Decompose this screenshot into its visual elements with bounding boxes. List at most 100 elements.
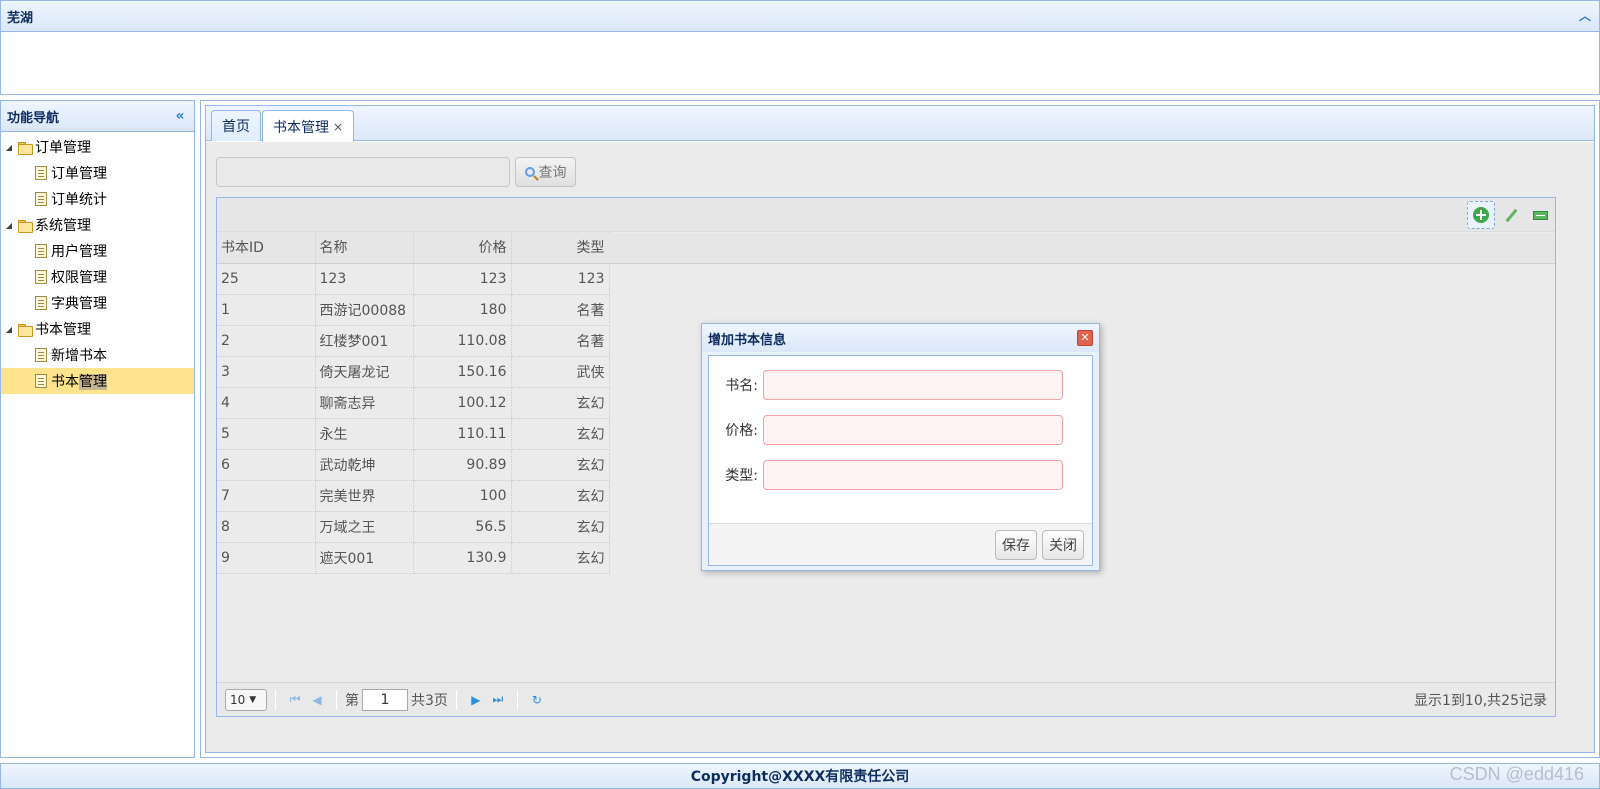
- dialog-footer: 保存 关闭: [709, 523, 1092, 565]
- edit-icon: [1505, 208, 1517, 222]
- next-page-icon[interactable]: ▶: [465, 689, 487, 711]
- cell-price: 90.89: [413, 449, 512, 481]
- table-row[interactable]: 4 聊斋志异 100.12 玄幻: [217, 387, 610, 419]
- dialog-body: 书名: 价格: 类型: 保存 关闭: [708, 355, 1093, 566]
- table-row[interactable]: 25 123 123 123: [217, 263, 610, 295]
- first-page-icon[interactable]: ⏮: [284, 689, 306, 711]
- remove-button[interactable]: [1526, 201, 1554, 229]
- column-header-price[interactable]: 价格: [413, 232, 512, 264]
- top-panel: 芜湖 ︿: [0, 0, 1600, 95]
- tree-folder-system[interactable]: ◢ 系统管理: [1, 212, 194, 238]
- collapse-up-icon[interactable]: ︿: [1577, 8, 1593, 24]
- tab-close-icon[interactable]: ×: [333, 120, 343, 134]
- tree-item-book-manage[interactable]: 书本管理: [1, 368, 194, 394]
- cell-type: 玄幻: [511, 387, 610, 419]
- cell-price: 110.08: [413, 325, 512, 357]
- file-icon: [35, 244, 47, 258]
- expand-arrow-icon[interactable]: ◢: [1, 143, 17, 152]
- cell-id: 7: [217, 480, 316, 512]
- table-row[interactable]: 9 遮天001 130.9 玄幻: [217, 542, 610, 574]
- cell-type: 玄幻: [511, 418, 610, 450]
- cell-name: 123: [315, 263, 414, 295]
- tree-folder-books[interactable]: ◢ 书本管理: [1, 316, 194, 342]
- page-number-input[interactable]: 1: [362, 688, 408, 711]
- tree-item-add-book[interactable]: 新增书本: [1, 342, 194, 368]
- top-panel-title: 芜湖: [7, 10, 34, 26]
- cell-name: 聊斋志异: [315, 387, 414, 419]
- tab-book-manage[interactable]: 书本管理 ×: [262, 110, 355, 142]
- table-row[interactable]: 7 完美世界 100 玄幻: [217, 480, 610, 512]
- expand-arrow-icon[interactable]: ◢: [1, 221, 17, 230]
- cell-id: 4: [217, 387, 316, 419]
- tab-home[interactable]: 首页: [211, 110, 261, 141]
- book-name-field[interactable]: [763, 370, 1063, 400]
- type-field[interactable]: [763, 460, 1063, 490]
- add-icon: [1473, 207, 1489, 223]
- cell-type: 玄幻: [511, 480, 610, 512]
- cell-name: 遮天001: [315, 542, 414, 574]
- table-row[interactable]: 5 永生 110.11 玄幻: [217, 418, 610, 450]
- prev-page-icon[interactable]: ◀: [306, 689, 328, 711]
- tree-label: 书本管理: [51, 374, 107, 390]
- nav-panel: 功能导航 « ◢ 订单管理 订单管理 订单统计 ◢ 系统管理 用户管理 权限管理…: [0, 100, 195, 758]
- tree-item-user-manage[interactable]: 用户管理: [1, 238, 194, 264]
- tree-item-permission-manage[interactable]: 权限管理: [1, 264, 194, 290]
- tree-label: 订单管理: [35, 140, 91, 156]
- tree-label: 新增书本: [51, 348, 107, 364]
- file-icon: [35, 374, 47, 388]
- file-icon: [35, 348, 47, 362]
- expand-arrow-icon[interactable]: ◢: [1, 325, 17, 334]
- field-label: 类型:: [725, 468, 758, 484]
- column-header-name[interactable]: 名称: [315, 232, 414, 264]
- tree-item-order-stats[interactable]: 订单统计: [1, 186, 194, 212]
- cell-id: 3: [217, 356, 316, 388]
- watermark: CSDN @edd416: [1449, 764, 1584, 784]
- tabs-bar: 首页 书本管理 ×: [206, 106, 1594, 142]
- page-info: 显示1到10,共25记录: [1414, 692, 1547, 709]
- table-row[interactable]: 8 万域之王 56.5 玄幻: [217, 511, 610, 543]
- page-total: 共3页: [411, 692, 448, 709]
- table-row[interactable]: 3 倚天屠龙记 150.16 武侠: [217, 356, 610, 388]
- cell-name: 西游记00088: [315, 294, 414, 326]
- column-header-type[interactable]: 类型: [511, 232, 610, 264]
- tree-item-dictionary-manage[interactable]: 字典管理: [1, 290, 194, 316]
- tree-label: 系统管理: [35, 218, 91, 234]
- tree-item-order-manage[interactable]: 订单管理: [1, 160, 194, 186]
- tab-label: 书本管理: [273, 119, 329, 136]
- cell-id: 2: [217, 325, 316, 357]
- table-row[interactable]: 2 红楼梦001 110.08 名著: [217, 325, 610, 357]
- tree-label: 订单统计: [51, 192, 107, 208]
- cell-id: 25: [217, 263, 316, 295]
- page-size-select[interactable]: 10 ▼: [225, 688, 267, 711]
- collapse-left-icon[interactable]: «: [172, 108, 188, 124]
- cell-id: 6: [217, 449, 316, 481]
- nav-panel-title: 功能导航: [7, 110, 60, 126]
- table-header-row: 书本ID 名称 价格 类型: [217, 232, 610, 264]
- add-book-dialog: 增加书本信息 ✕ 书名: 价格: 类型: 保存 关闭: [701, 323, 1100, 571]
- dialog-header: 增加书本信息 ✕: [702, 324, 1099, 352]
- form-row-name: 书名:: [724, 370, 1063, 400]
- tree-label: 订单管理: [51, 166, 107, 182]
- cell-name: 万域之王: [315, 511, 414, 543]
- cell-id: 1: [217, 294, 316, 326]
- pagination-bar: 10 ▼ ⏮ ◀ 第 1 共3页 ▶ ⏭ ↻ 显示1到10,共25记录: [217, 682, 1555, 716]
- last-page-icon[interactable]: ⏭: [487, 689, 509, 711]
- price-field[interactable]: [763, 415, 1063, 445]
- search-input[interactable]: [216, 157, 510, 187]
- close-icon[interactable]: ✕: [1077, 330, 1093, 346]
- add-button[interactable]: [1467, 201, 1495, 229]
- tree-folder-orders[interactable]: ◢ 订单管理: [1, 134, 194, 160]
- edit-button[interactable]: [1497, 201, 1525, 229]
- column-header-id[interactable]: 书本ID: [217, 232, 316, 264]
- cell-price: 56.5: [413, 511, 512, 543]
- save-button[interactable]: 保存: [995, 530, 1037, 560]
- cell-price: 100: [413, 480, 512, 512]
- field-label: 书名:: [725, 378, 758, 394]
- refresh-icon[interactable]: ↻: [526, 689, 548, 711]
- table-row[interactable]: 1 西游记00088 180 名著: [217, 294, 610, 326]
- query-button[interactable]: 查询: [515, 157, 576, 187]
- close-button[interactable]: 关闭: [1042, 530, 1084, 560]
- table-row[interactable]: 6 武动乾坤 90.89 玄幻: [217, 449, 610, 481]
- cell-type: 名著: [511, 325, 610, 357]
- footer: Copyright@XXXX有限责任公司: [0, 763, 1600, 789]
